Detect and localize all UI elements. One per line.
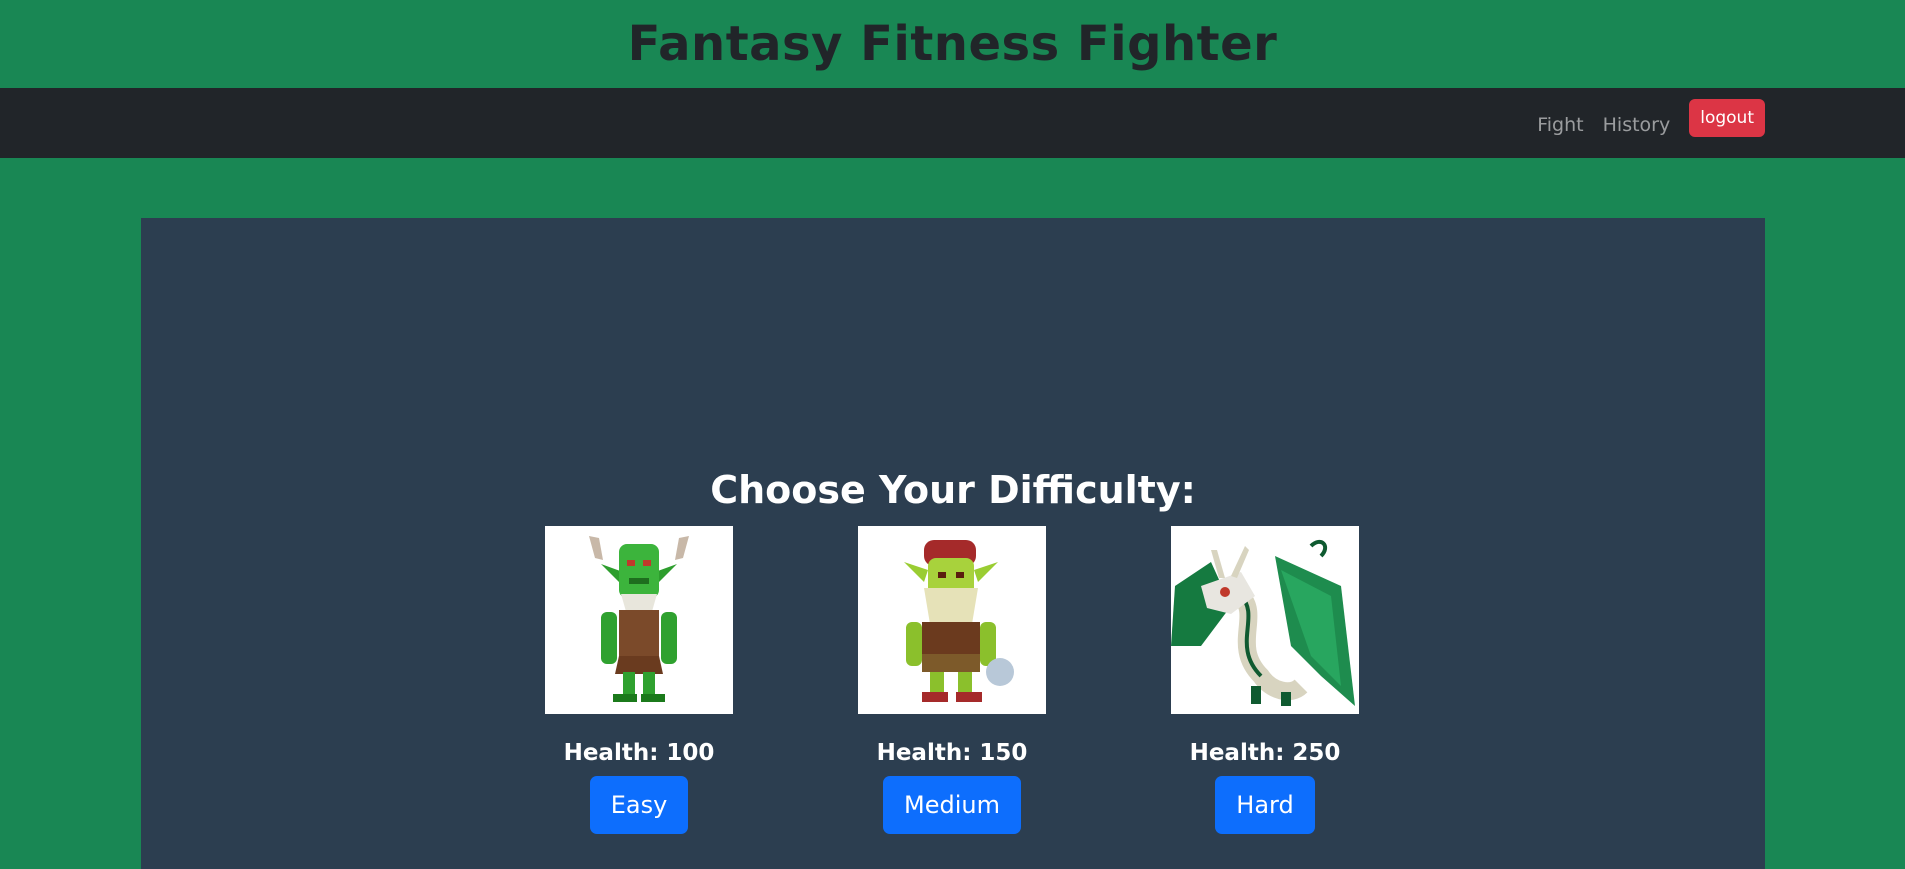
difficulty-heading: Choose Your Difficulty: [710,468,1196,512]
navbar: Fight History logout [0,88,1905,158]
logout-button[interactable]: logout [1689,99,1765,137]
goblin-icon [545,526,733,714]
nav-link-fight[interactable]: Fight [1537,114,1583,136]
health-label-medium: Health: 150 [876,740,1028,766]
difficulty-panel: Choose Your Difficulty: Health: 100 Easy… [141,218,1765,869]
health-label-easy: Health: 100 [563,740,715,766]
nav-link-history[interactable]: History [1603,114,1671,136]
difficulty-card-hard: Health: 250 Hard [1165,526,1365,834]
hard-button[interactable]: Hard [1215,776,1315,834]
difficulty-card-medium: Health: 150 Medium [852,526,1052,834]
nav-links: Fight History logout [1537,88,1765,158]
site-title: Fantasy Fitness Fighter [627,16,1278,72]
difficulty-card-easy: Health: 100 Easy [539,526,739,834]
troll-icon [858,526,1046,714]
dragon-icon [1171,526,1359,714]
easy-button[interactable]: Easy [589,776,689,834]
medium-button[interactable]: Medium [883,776,1021,834]
site-header: Fantasy Fitness Fighter [0,0,1905,88]
health-label-hard: Health: 250 [1189,740,1341,766]
